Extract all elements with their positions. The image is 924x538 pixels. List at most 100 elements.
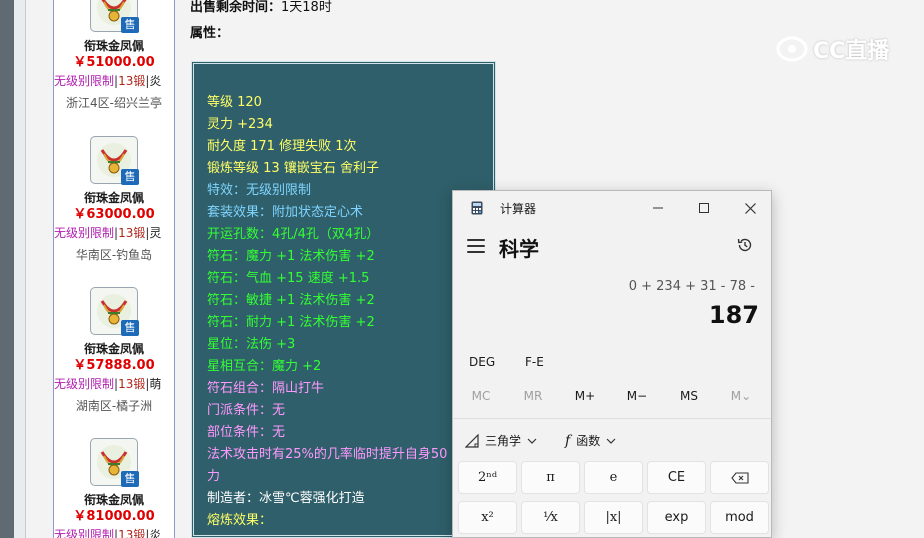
- attribute-line: 力: [207, 469, 221, 484]
- attribute-line: 法术攻击时有25%的几率临时提升自身50: [207, 447, 448, 462]
- item-server: 湖南区-橘子洲: [75, 399, 153, 413]
- close-button[interactable]: [727, 191, 771, 225]
- level-tag: 无级别限制: [54, 74, 115, 88]
- attribute-line: 锻炼等级 13 镶嵌宝石 舍利子: [207, 161, 379, 176]
- minimize-button[interactable]: [635, 191, 681, 225]
- memory-add-button[interactable]: M+: [559, 389, 611, 403]
- item-name[interactable]: 衔珠金凤佩: [54, 190, 174, 206]
- chevron-down-icon: [527, 438, 537, 444]
- triangle-icon: [465, 433, 479, 448]
- function-menu[interactable]: f 函数: [565, 432, 616, 449]
- time-remaining-value: 1天18时: [281, 0, 332, 15]
- list-item[interactable]: 售 衔珠金凤佩 ￥63000.00 无级别限制|13锻|灵 华南区-钓鱼岛: [54, 136, 174, 264]
- clear-entry-key[interactable]: CE: [647, 461, 706, 494]
- trigonometry-label: 三角学: [485, 434, 522, 448]
- item-price: ￥81000.00: [73, 509, 155, 524]
- square-key[interactable]: x²: [458, 501, 517, 534]
- page-gutter: [14, 0, 26, 538]
- attribute-line: 等级 120: [207, 95, 262, 110]
- function-icon: f: [565, 432, 571, 449]
- list-item[interactable]: 售 衔珠金凤佩 ￥81000.00 无级别限制|13锻|炎: [54, 438, 174, 538]
- sale-badge: 售: [121, 320, 139, 336]
- attribute-line: 门派条件：无: [207, 403, 286, 418]
- calculator-window: 计算器 科学 0 + 234 + 31 - 78 - 187 DEG F-E M…: [452, 190, 772, 538]
- second-function-key[interactable]: 2ⁿᵈ: [458, 461, 517, 494]
- attribute-line: 符石：敏捷 +1 法术伤害 +2: [207, 293, 375, 308]
- list-item[interactable]: 售 衔珠金凤佩 ￥57888.00 无级别限制|13锻|萌 湖南区-橘子洲: [54, 287, 174, 415]
- item-thumbnail[interactable]: 售: [90, 0, 139, 33]
- calculator-app-icon: [471, 201, 483, 215]
- item-thumbnail[interactable]: 售: [90, 287, 139, 336]
- attribute-line: 符石组合：隔山打牛: [207, 381, 325, 396]
- item-server: 浙江4区-绍兴兰亭: [66, 96, 162, 110]
- attribute-line: 符石：气血 +15 速度 +1.5: [207, 271, 370, 286]
- backspace-icon: [730, 471, 749, 484]
- pi-key[interactable]: π: [521, 461, 580, 494]
- maximize-icon: [699, 203, 709, 213]
- attribute-line: 部位条件：无: [207, 425, 286, 440]
- item-name[interactable]: 衔珠金凤佩: [54, 38, 174, 54]
- function-label: 函数: [576, 434, 601, 448]
- minimize-icon: [653, 207, 663, 209]
- item-name[interactable]: 衔珠金凤佩: [54, 341, 174, 357]
- exp-key[interactable]: exp: [647, 501, 706, 534]
- list-item[interactable]: 售 衔珠金凤佩 ￥51000.00 无级别限制|13锻|炎 浙江4区-绍兴兰亭: [54, 0, 174, 112]
- attribute-line: 星位：法伤 +3: [207, 337, 296, 352]
- attribute-line: 灵力 +234: [207, 117, 273, 132]
- forge-tag: 13锻: [118, 226, 146, 240]
- title-bar[interactable]: 计算器: [453, 191, 771, 225]
- item-list: 售 衔珠金凤佩 ￥51000.00 无级别限制|13锻|炎 浙江4区-绍兴兰亭 …: [53, 0, 175, 538]
- item-price: ￥63000.00: [73, 207, 155, 222]
- trigonometry-menu[interactable]: 三角学: [465, 432, 537, 449]
- forge-tag: 13锻: [118, 528, 146, 538]
- memory-clear-button[interactable]: MC: [455, 389, 507, 403]
- forge-tag: 13锻: [118, 74, 146, 88]
- chevron-down-icon: [606, 438, 616, 444]
- item-price: ￥51000.00: [73, 55, 155, 70]
- expression-display: 0 + 234 + 31 - 78 -: [628, 279, 755, 294]
- memory-list-button[interactable]: M⌄: [715, 389, 767, 403]
- attribute-line: 开运孔数：4孔/4孔（双4孔）: [207, 227, 380, 242]
- memory-store-button[interactable]: MS: [663, 389, 715, 403]
- sale-badge: 售: [121, 471, 139, 487]
- attribute-line: 特效：无级别限制: [207, 183, 312, 198]
- item-thumbnail[interactable]: 售: [90, 438, 139, 487]
- attribute-line: 耐久度 171 修理失败 1次: [207, 139, 357, 154]
- window-edge: [0, 0, 14, 538]
- modulo-key[interactable]: mod: [710, 501, 769, 534]
- time-remaining-label: 出售剩余时间：: [190, 0, 282, 15]
- menu-icon[interactable]: [467, 239, 485, 253]
- attribute-line: 符石：魔力 +1 法术伤害 +2: [207, 249, 375, 264]
- sale-badge: 售: [121, 169, 139, 185]
- item-server: 华南区-钓鱼岛: [75, 248, 153, 262]
- item-name[interactable]: 衔珠金凤佩: [54, 492, 174, 508]
- attributes-label: 属性：: [190, 26, 230, 41]
- attribute-line: 套装效果：附加状态定心术: [207, 205, 364, 220]
- effect-tag: 灵: [149, 226, 162, 240]
- maximize-button[interactable]: [681, 191, 727, 225]
- history-icon[interactable]: [736, 236, 754, 254]
- angle-unit-button[interactable]: DEG: [469, 355, 495, 369]
- divider: [453, 418, 771, 419]
- effect-tag: 炎: [149, 74, 162, 88]
- backspace-key[interactable]: [710, 461, 769, 494]
- effect-tag: 炎: [149, 528, 162, 538]
- close-icon: [744, 202, 756, 214]
- memory-recall-button[interactable]: MR: [507, 389, 559, 403]
- effect-tag: 萌: [149, 377, 162, 391]
- absolute-value-key[interactable]: |x|: [584, 501, 643, 534]
- watermark-text: CC直播: [813, 39, 890, 64]
- euler-key[interactable]: e: [584, 461, 643, 494]
- level-tag: 无级别限制: [54, 528, 115, 538]
- attribute-line: 制造者：冰雪℃蓉强化打造: [207, 491, 365, 506]
- memory-subtract-button[interactable]: M−: [611, 389, 663, 403]
- attributes-panel: 等级 120 灵力 +234 耐久度 171 修理失败 1次锻炼等级 13 镶嵌宝石…: [191, 61, 496, 538]
- level-tag: 无级别限制: [54, 377, 115, 391]
- item-detail: 出售剩余时间：1天18时 属性：: [190, 0, 332, 52]
- item-tags: 无级别限制|13锻|炎: [54, 74, 162, 88]
- item-tags: 无级别限制|13锻|炎: [54, 526, 174, 538]
- fe-button[interactable]: F-E: [525, 355, 544, 369]
- item-thumbnail[interactable]: 售: [90, 136, 139, 185]
- watermark: CC直播: [775, 33, 889, 65]
- reciprocal-key[interactable]: ¹⁄x: [521, 501, 580, 534]
